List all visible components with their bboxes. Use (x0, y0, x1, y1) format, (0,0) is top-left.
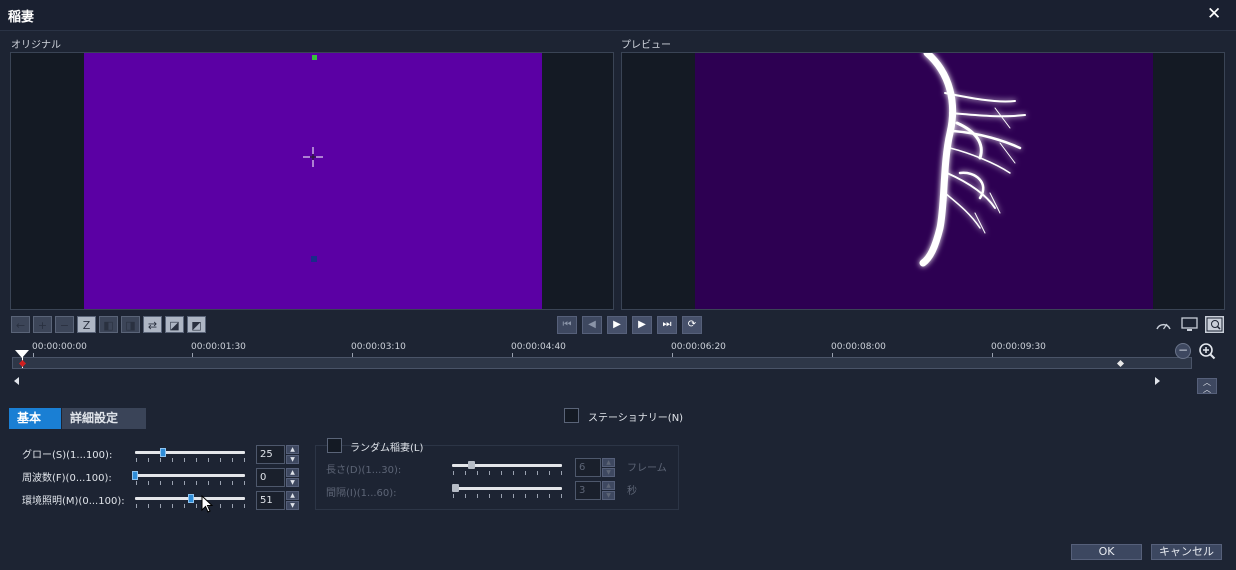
original-video-frame[interactable] (84, 53, 542, 309)
timecode-label: 00:00:01:30 (191, 342, 246, 352)
setting-value-field[interactable]: 51 (256, 491, 285, 510)
prev-frame-icon[interactable]: ◀ (582, 316, 602, 334)
lightning-effect (919, 49, 1026, 267)
random-lightning-label: ランダム稲妻(L) (350, 443, 424, 454)
go-start-icon[interactable]: ⏮ (557, 316, 577, 334)
tab-basic[interactable]: 基本 (9, 408, 61, 429)
setting-label: 環境照明(M)(0...100): (22, 496, 125, 507)
speedometer-icon[interactable] (1154, 316, 1173, 333)
random-row-value-field[interactable]: 6 (575, 458, 601, 477)
spin-up-icon[interactable]: ▲ (286, 445, 299, 454)
spin-down-icon[interactable]: ▼ (286, 478, 299, 487)
spin-down-icon[interactable]: ▼ (602, 491, 615, 500)
start-keyframe-diamond[interactable] (18, 359, 27, 368)
random-row-value-field[interactable]: 3 (575, 481, 601, 500)
slider-ticks (453, 471, 563, 475)
timecode-label: 00:00:08:00 (831, 342, 886, 352)
preview-viewer (621, 49, 1225, 310)
slider-thumb[interactable] (159, 448, 166, 457)
zoom-out-icon[interactable]: − (1175, 343, 1191, 359)
loop-icon[interactable]: ⟳ (682, 316, 702, 334)
setting-label: 周波数(F)(0...100): (22, 473, 112, 484)
timecode-label: 00:00:00:00 (32, 342, 87, 352)
paste-keyframe-icon[interactable]: ◩ (187, 316, 206, 333)
random-lightning-checkbox[interactable] (327, 438, 342, 453)
timeline-track[interactable] (12, 350, 1192, 369)
random-lightning-group (315, 445, 679, 510)
crosshair-icon[interactable] (303, 147, 323, 167)
next-keyframe-icon[interactable]: ◨ (121, 316, 140, 333)
arrow-left-icon[interactable]: ← (11, 316, 30, 333)
timecode-label: 00:00:09:30 (991, 342, 1046, 352)
stationary-checkbox[interactable] (564, 408, 579, 423)
scroll-left-icon[interactable] (14, 377, 19, 385)
random-row-label: 長さ(D)(1...30): (326, 465, 402, 476)
collapse-icon[interactable]: ︿ ︿ (1197, 378, 1217, 394)
reverse-icon[interactable]: ⇄ (143, 316, 162, 333)
slider-thumb[interactable] (188, 494, 195, 503)
tab-advanced[interactable]: 詳細設定 (62, 408, 146, 429)
end-keyframe-diamond[interactable] (1116, 359, 1125, 368)
setting-value-field[interactable]: 25 (256, 445, 285, 464)
random-row-unit: フレーム (627, 463, 667, 474)
slider-ticks (136, 504, 246, 508)
no-keyframe-icon[interactable]: Z (77, 316, 96, 333)
spin-up-icon[interactable]: ▲ (602, 481, 615, 490)
timecode-label: 00:00:04:40 (511, 342, 566, 352)
dialog-title: 稲妻 (8, 10, 35, 25)
ok-button[interactable]: OK (1071, 544, 1142, 560)
preview-pane-label: プレビュー (621, 40, 671, 51)
end-point-handle[interactable] (311, 256, 317, 262)
monitor-icon[interactable] (1180, 316, 1199, 333)
setting-value-field[interactable]: 0 (256, 468, 285, 487)
close-icon[interactable]: ✕ (1207, 4, 1221, 24)
play-icon[interactable]: ▶ (607, 316, 627, 334)
setting-slider[interactable] (135, 451, 245, 454)
minus-icon[interactable]: − (55, 316, 74, 333)
zoom-in-icon[interactable] (1198, 342, 1216, 360)
scroll-right-icon[interactable] (1155, 377, 1160, 385)
slider-thumb[interactable] (467, 461, 475, 469)
cancel-button[interactable]: キャンセル (1151, 544, 1222, 560)
slider-ticks (136, 458, 246, 462)
random-row-label: 間隔(I)(1...60): (326, 488, 397, 499)
setting-label: グロー(S)(1...100): (22, 450, 113, 461)
stationary-label: ステーショナリー(N) (588, 413, 684, 424)
setting-slider[interactable] (135, 474, 245, 477)
next-frame-icon[interactable]: ▶ (632, 316, 652, 334)
prev-keyframe-icon[interactable]: ◧ (99, 316, 118, 333)
go-end-icon[interactable]: ⏭ (657, 316, 677, 334)
spin-down-icon[interactable]: ▼ (286, 501, 299, 510)
random-row-unit: 秒 (627, 486, 637, 497)
timecode-label: 00:00:03:10 (351, 342, 406, 352)
spin-up-icon[interactable]: ▲ (286, 468, 299, 477)
spin-up-icon[interactable]: ▲ (286, 491, 299, 500)
zoom-preview-icon[interactable] (1205, 316, 1224, 333)
random-row-slider[interactable] (452, 487, 562, 490)
timecode-label: 00:00:06:20 (671, 342, 726, 352)
copy-keyframe-icon[interactable]: ◪ (165, 316, 184, 333)
original-viewer[interactable] (10, 52, 614, 310)
start-point-handle[interactable] (312, 55, 317, 60)
slider-ticks (136, 481, 246, 485)
original-pane-label: オリジナル (11, 40, 61, 51)
slider-ticks (453, 494, 563, 498)
spin-down-icon[interactable]: ▼ (286, 455, 299, 464)
plus-icon[interactable]: + (33, 316, 52, 333)
slider-thumb[interactable] (452, 484, 460, 492)
timeline-ruler: 00:00:00:00 00:00:01:30 00:00:03:10 00:00:0… (0, 342, 1180, 357)
preview-video-frame (695, 49, 1153, 309)
mouse-cursor-icon (201, 495, 214, 513)
spin-down-icon[interactable]: ▼ (602, 468, 615, 477)
slider-thumb[interactable] (132, 471, 138, 480)
spin-up-icon[interactable]: ▲ (602, 458, 615, 467)
title-bar: 稲妻 ✕ (0, 0, 1236, 31)
